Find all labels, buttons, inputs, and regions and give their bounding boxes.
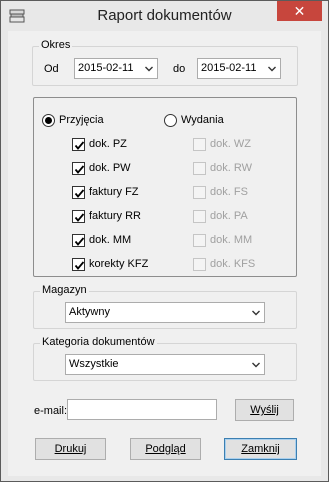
chevron-down-icon — [145, 66, 153, 72]
radio-selected-dot — [45, 117, 52, 124]
checkbox-dok-rw-label[interactable]: dok. RW — [210, 162, 252, 174]
send-button[interactable]: Wyślij — [235, 399, 294, 421]
warehouse-select[interactable]: Aktywny — [65, 302, 265, 323]
checkbox-dok-rw[interactable] — [193, 162, 206, 175]
date-from-picker[interactable]: 2015-02-11 — [74, 58, 158, 79]
checkbox-dok-fs-label[interactable]: dok. FS — [210, 186, 248, 198]
checkmark-icon — [74, 261, 85, 270]
radio-outgoing[interactable] — [164, 114, 177, 127]
period-legend: Okres — [39, 39, 73, 51]
checkmark-icon — [74, 165, 85, 174]
close-button[interactable]: Zamknij — [224, 438, 297, 460]
preview-button[interactable]: Podgląd — [130, 438, 201, 460]
from-label: Od — [44, 63, 59, 75]
checkmark-icon — [74, 237, 85, 246]
checkbox-faktury-rr-label[interactable]: faktury RR — [89, 210, 141, 222]
checkbox-dok-pa[interactable] — [193, 210, 206, 223]
checkbox-dok-mm-out[interactable] — [193, 234, 206, 247]
checkbox-dok-mm-in[interactable] — [72, 234, 85, 247]
close-icon: ✕ — [293, 2, 306, 19]
checkbox-korekty-kfz[interactable] — [72, 258, 85, 271]
checkbox-dok-wz[interactable] — [193, 138, 206, 151]
checkbox-dok-pz[interactable] — [72, 138, 85, 151]
checkbox-dok-mm-out-label[interactable]: dok. MM — [210, 234, 252, 246]
report-dialog: Raport dokumentów ✕ Okres Od 2015-02-11 … — [0, 0, 329, 482]
checkbox-korekty-kfz-label[interactable]: korekty KFZ — [89, 258, 148, 270]
checkbox-faktury-rr[interactable] — [72, 210, 85, 223]
checkbox-dok-pw-label[interactable]: dok. PW — [89, 162, 131, 174]
checkbox-dok-pz-label[interactable]: dok. PZ — [89, 138, 127, 150]
chevron-down-icon — [252, 362, 260, 368]
checkbox-dok-pa-label[interactable]: dok. PA — [210, 210, 248, 222]
date-to-value: 2015-02-11 — [201, 62, 257, 74]
checkbox-dok-pw[interactable] — [72, 162, 85, 175]
checkmark-icon — [74, 189, 85, 198]
print-button[interactable]: Drukuj — [35, 438, 106, 460]
radio-outgoing-label[interactable]: Wydania — [181, 114, 224, 126]
checkbox-dok-kfs[interactable] — [193, 258, 206, 271]
checkmark-icon — [74, 213, 85, 222]
checkmark-icon — [74, 141, 85, 150]
radio-incoming-label[interactable]: Przyjęcia — [59, 114, 104, 126]
dialog-body: Okres Od 2015-02-11 do 2015-02-11 Przyję… — [8, 31, 321, 476]
radio-incoming[interactable] — [42, 114, 55, 127]
category-select[interactable]: Wszystkie — [65, 354, 265, 375]
checkbox-dok-fs[interactable] — [193, 186, 206, 199]
category-value: Wszystkie — [69, 358, 119, 370]
checkbox-faktury-fz[interactable] — [72, 186, 85, 199]
to-label: do — [173, 63, 186, 75]
checkbox-dok-kfs-label[interactable]: dok. KFS — [210, 258, 255, 270]
warehouse-value: Aktywny — [69, 306, 110, 318]
category-legend: Kategoria dokumentów — [40, 336, 157, 348]
warehouse-legend: Magazyn — [40, 284, 89, 296]
checkbox-faktury-fz-label[interactable]: faktury FZ — [89, 186, 139, 198]
chevron-down-icon — [252, 310, 260, 316]
checkbox-dok-wz-label[interactable]: dok. WZ — [210, 138, 251, 150]
title-bar[interactable]: Raport dokumentów ✕ — [1, 1, 328, 31]
close-window-button[interactable]: ✕ — [277, 1, 322, 21]
date-to-picker[interactable]: 2015-02-11 — [197, 58, 281, 79]
email-label: e-mail: — [34, 405, 68, 417]
date-from-value: 2015-02-11 — [78, 62, 134, 74]
email-field[interactable] — [67, 399, 217, 420]
checkbox-dok-mm-in-label[interactable]: dok. MM — [89, 234, 131, 246]
chevron-down-icon — [268, 66, 276, 72]
